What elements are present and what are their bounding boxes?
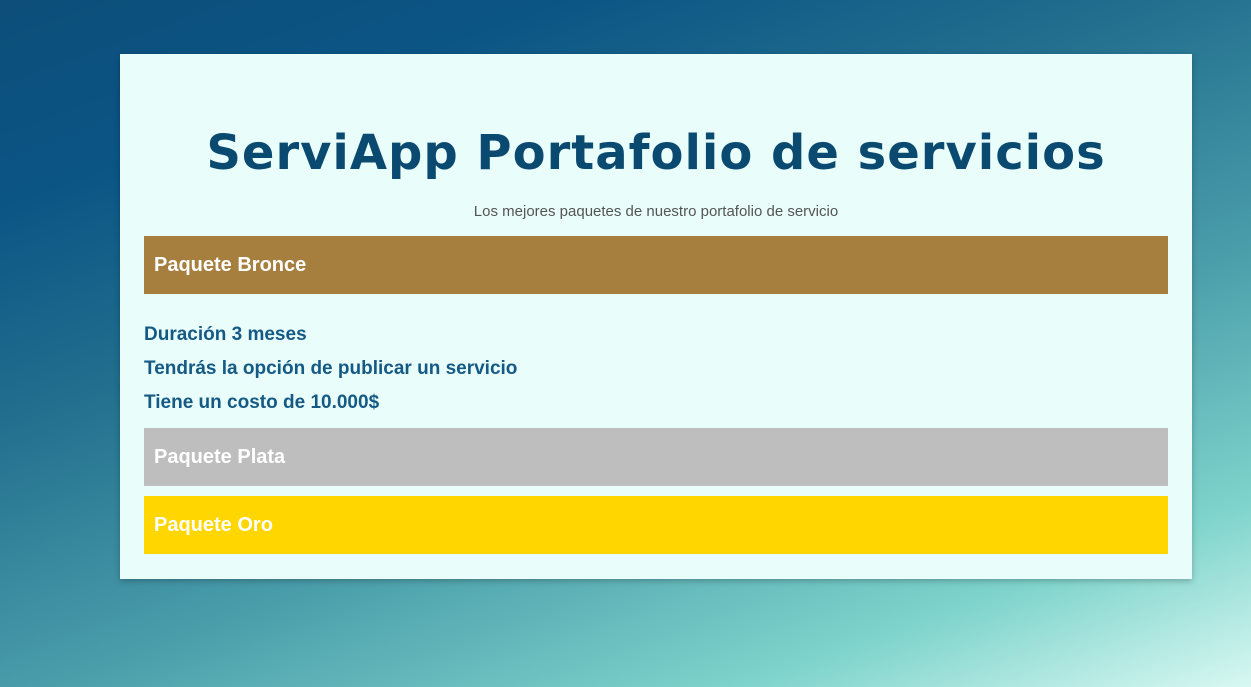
page-subtitle: Los mejores paquetes de nuestro portafol… xyxy=(473,203,839,220)
detail-duration: Duración 3 meses xyxy=(144,324,307,345)
package-bronce-header[interactable]: Paquete Bronce xyxy=(144,236,1168,294)
package-bronce-details: Duración 3 meses Tendrás la opción de pu… xyxy=(144,318,1168,420)
page-title: ServiApp Portafolio de servicios xyxy=(206,125,1106,181)
detail-publish-option: Tendrás la opción de publicar un servici… xyxy=(144,358,518,379)
detail-cost: Tiene un costo de 10.000$ xyxy=(144,392,380,413)
portfolio-card: ServiApp Portafolio de servicios Los mej… xyxy=(120,54,1192,579)
package-oro-header[interactable]: Paquete Oro xyxy=(144,496,1168,554)
package-plata-header[interactable]: Paquete Plata xyxy=(144,428,1168,486)
